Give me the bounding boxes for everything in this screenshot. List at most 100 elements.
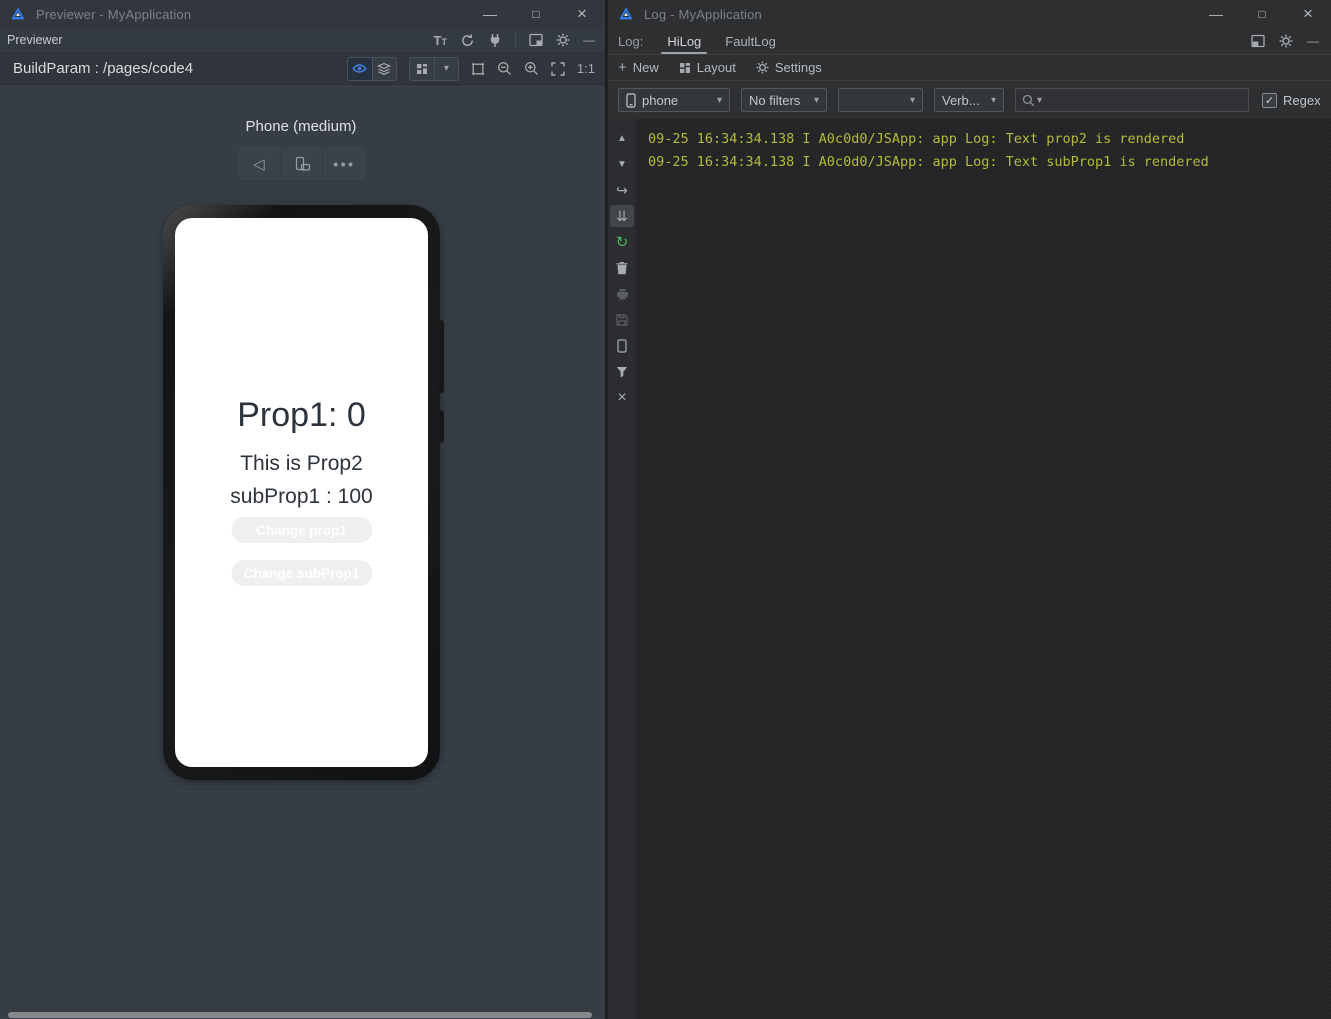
new-session-button[interactable]: + New	[618, 60, 659, 75]
active-tab-underline	[661, 52, 707, 54]
maximize-button[interactable]: □	[513, 0, 559, 28]
device-select[interactable]: phone ▾	[618, 88, 730, 112]
settings-gear-icon	[756, 61, 769, 74]
previewer-titlebar: Previewer - MyApplication — □ ×	[0, 0, 605, 28]
device-label: Phone (medium)	[150, 118, 452, 135]
grid-caret-button[interactable]: ▾	[434, 58, 458, 80]
more-options-icon: ●●●	[333, 159, 355, 169]
log-tabs-row: Log: HiLog FaultLog —	[608, 28, 1331, 55]
horizontal-scrollbar[interactable]	[8, 1012, 592, 1018]
search-icon	[1022, 94, 1035, 107]
scroll-to-end-icon[interactable]: ⇊	[610, 205, 634, 227]
window-title: Previewer - MyApplication	[36, 7, 191, 22]
phone-power-button	[438, 410, 444, 443]
rotate-device-button[interactable]	[280, 147, 323, 180]
previewer-tab-label: Previewer	[0, 33, 63, 47]
fit-screen-icon[interactable]	[551, 62, 565, 76]
log-titlebar: Log - MyApplication — □ ×	[608, 0, 1331, 28]
prop2-text: This is Prop2	[175, 452, 428, 476]
layout-button[interactable]: Layout	[679, 60, 736, 75]
phone-screen: Prop1: 0 This is Prop2 subProp1 : 100 Ch…	[175, 218, 428, 767]
view-mode-toggle	[347, 57, 397, 81]
soft-wrap-icon[interactable]: ↪	[610, 177, 634, 203]
log-output[interactable]: 09-25 16:34:34.138 I A0c0d0/JSApp: app L…	[636, 119, 1331, 1019]
eye-preview-icon[interactable]	[348, 58, 372, 80]
filter-funnel-icon[interactable]	[610, 359, 634, 385]
previewer-window: Previewer - MyApplication — □ × Previewe…	[0, 0, 605, 1019]
settings-button[interactable]: Settings	[756, 60, 822, 75]
log-label: Log:	[608, 34, 643, 49]
regex-checkbox[interactable]: ✓	[1262, 93, 1277, 108]
log-window: Log - MyApplication — □ × Log: HiLog Fau…	[605, 0, 1331, 1019]
window-title: Log - MyApplication	[644, 7, 762, 22]
frame-bounds-icon[interactable]	[471, 62, 485, 76]
refresh-icon[interactable]	[460, 33, 475, 48]
zoom-out-icon[interactable]	[497, 61, 512, 76]
phone-mockup: Prop1: 0 This is Prop2 subProp1 : 100 Ch…	[163, 205, 440, 780]
save-log-icon[interactable]	[610, 307, 634, 333]
close-log-icon[interactable]: ×	[610, 385, 634, 411]
log-toolbar: + New Layout Settings	[608, 55, 1331, 81]
text-size-icon[interactable]: TT	[434, 34, 447, 47]
log-line: 09-25 16:34:34.138 I A0c0d0/JSApp: app L…	[648, 128, 1325, 151]
window-controls: — □ ×	[467, 0, 605, 28]
layout-grid-icon	[679, 62, 691, 74]
search-caret-icon: ▾	[1037, 95, 1042, 106]
scroll-down-icon[interactable]: ▼	[610, 151, 634, 177]
tab-hilog[interactable]: HiLog	[667, 28, 701, 54]
back-icon: ◁	[253, 155, 265, 173]
preview-canvas: Phone (medium) ◁ ●●● Prop1: 0 This is Pr…	[0, 85, 605, 1019]
deveco-logo-icon	[10, 6, 26, 22]
caret-down-icon: ▾	[444, 63, 449, 74]
settings-gear-icon[interactable]	[1279, 34, 1293, 48]
device-nav-buttons: ◁ ●●●	[238, 147, 365, 180]
caret-down-icon: ▾	[991, 95, 996, 106]
restart-icon[interactable]: ↻	[610, 229, 634, 255]
panel-layout-icon[interactable]	[1251, 34, 1265, 48]
log-filter-row: phone ▾ No filters ▾ ▾ Verb... ▾ ▾ ✓ Re	[608, 81, 1331, 119]
phone-device-icon	[626, 93, 636, 108]
scroll-up-icon[interactable]: ▲	[610, 125, 634, 151]
buildparam-label: BuildParam : /pages/code4	[0, 60, 193, 77]
settings-gear-icon[interactable]	[556, 33, 570, 47]
log-search-box[interactable]: ▾	[1015, 88, 1249, 112]
window-controls: — □ ×	[1193, 0, 1331, 28]
log-side-toolbar: ▲ ▼ ↪ ⇊ ↻	[608, 119, 636, 1019]
device-screen-icon[interactable]	[610, 333, 634, 359]
log-line: 09-25 16:34:34.138 I A0c0d0/JSApp: app L…	[648, 151, 1325, 174]
minimize-button[interactable]: —	[467, 0, 513, 28]
more-options-button[interactable]: ●●●	[322, 147, 365, 180]
tab-faultlog[interactable]: FaultLog	[725, 28, 776, 54]
change-prop1-button[interactable]: Change prop1	[231, 517, 372, 543]
print-icon[interactable]	[610, 281, 634, 307]
prop1-text: Prop1: 0	[175, 396, 428, 435]
close-button[interactable]: ×	[1285, 0, 1331, 28]
log-body: ▲ ▼ ↪ ⇊ ↻	[608, 119, 1331, 1019]
minimize-button[interactable]: —	[1193, 0, 1239, 28]
regex-option[interactable]: ✓ Regex	[1262, 93, 1321, 108]
maximize-button[interactable]: □	[1239, 0, 1285, 28]
deveco-logo-icon	[618, 6, 634, 22]
layers-icon[interactable]	[372, 58, 396, 80]
clear-log-icon[interactable]	[610, 255, 634, 281]
phone-volume-button	[438, 320, 444, 393]
rotate-device-icon	[293, 156, 311, 172]
ratio-1-1-button[interactable]: 1:1	[577, 61, 595, 76]
search-input[interactable]	[1046, 93, 1242, 108]
regex-label: Regex	[1283, 93, 1321, 108]
log-level-select[interactable]: Verb... ▾	[934, 88, 1004, 112]
panel-layout-icon[interactable]	[529, 33, 543, 47]
plus-icon: +	[618, 60, 627, 75]
process-select[interactable]: ▾	[838, 88, 923, 112]
hide-panel-icon[interactable]: —	[583, 33, 595, 47]
close-button[interactable]: ×	[559, 0, 605, 28]
caret-down-icon: ▾	[814, 95, 819, 106]
plug-icon[interactable]	[488, 33, 502, 48]
caret-down-icon: ▾	[717, 95, 722, 106]
grid-view-icon[interactable]	[410, 58, 434, 80]
zoom-in-icon[interactable]	[524, 61, 539, 76]
filters-select[interactable]: No filters ▾	[741, 88, 827, 112]
change-subprop1-button[interactable]: Change subProp1	[231, 560, 372, 586]
hide-panel-icon[interactable]: —	[1307, 34, 1319, 48]
back-button[interactable]: ◁	[238, 147, 280, 180]
